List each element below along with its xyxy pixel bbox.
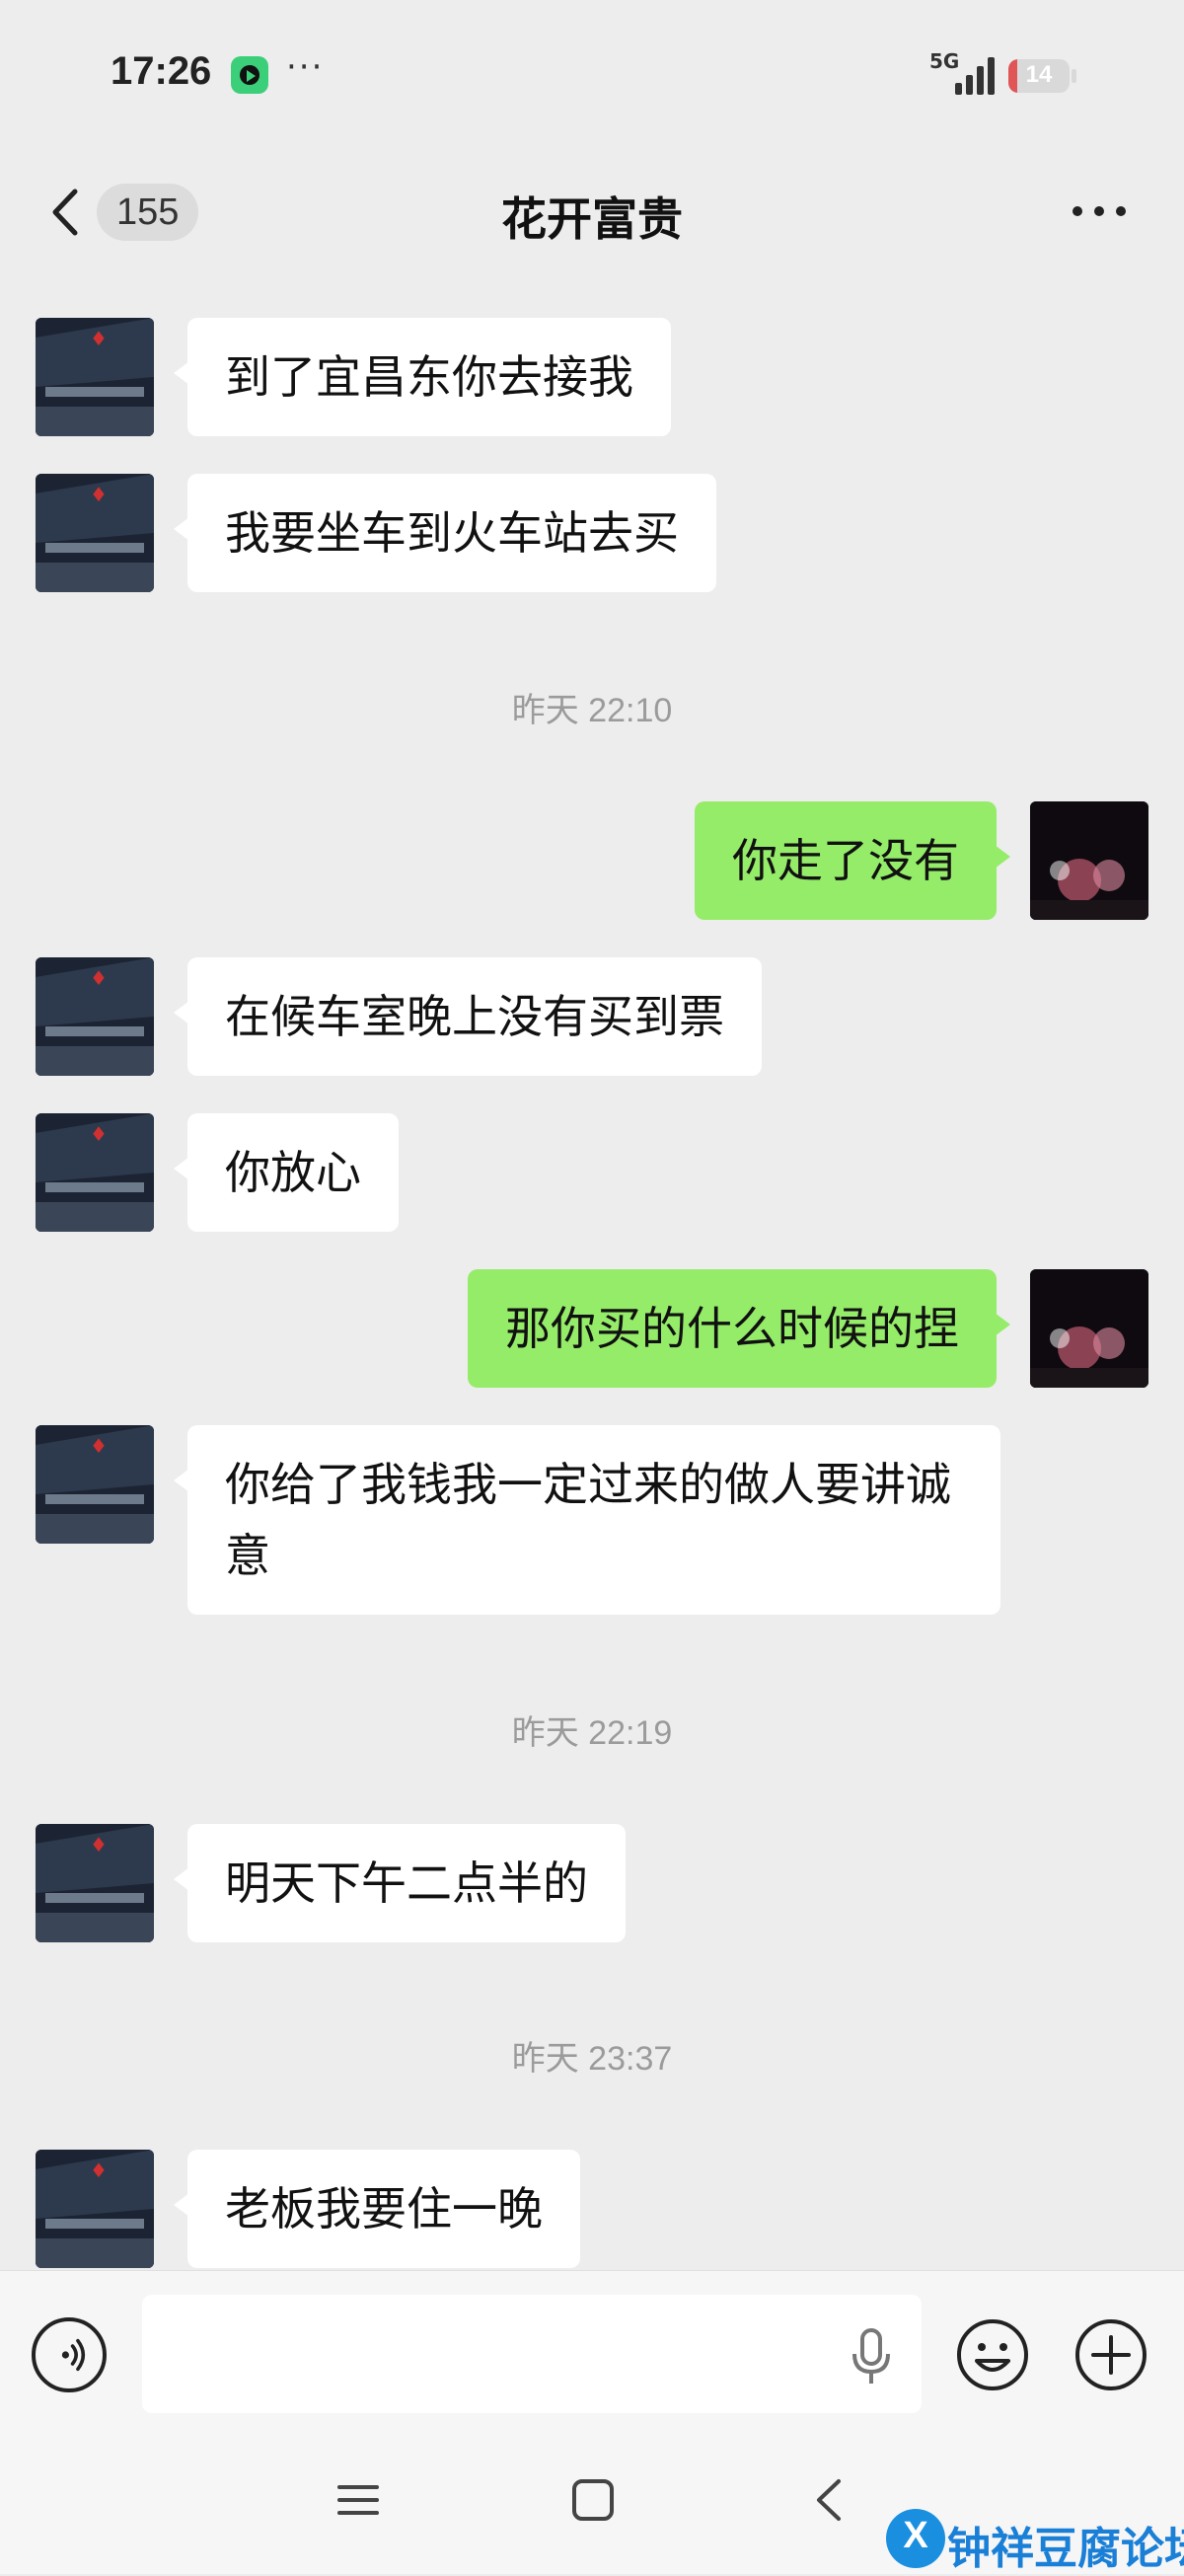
battery-icon: 14	[1008, 59, 1070, 93]
outgoing-message[interactable]: 那你买的什么时候的捏	[468, 1269, 1010, 1388]
battery-tip	[1072, 69, 1076, 83]
chat-title: 花开富贵	[501, 192, 683, 246]
battery-level: 14	[1025, 61, 1053, 88]
status-time: 17:26	[111, 49, 212, 93]
more-notifications-indicator: ···	[286, 47, 325, 87]
contact-avatar[interactable]: ♦	[36, 2150, 154, 2268]
watermark-text: 钟祥豆腐论坛	[947, 2524, 1184, 2574]
svg-text:♦: ♦	[90, 1122, 108, 1146]
timestamp: 昨天 23:37	[511, 2040, 673, 2078]
contact-avatar[interactable]: ♦	[36, 957, 154, 1076]
svg-text:♦: ♦	[90, 327, 108, 350]
incoming-message[interactable]: 你给了我钱我一定过来的做人要讲诚意	[174, 1425, 1000, 1615]
system-nav-bar: 钟祥豆腐论坛	[0, 2438, 1184, 2574]
incoming-message[interactable]: 在候车室晚上没有买到票	[174, 957, 762, 1076]
my-avatar[interactable]	[1030, 1269, 1148, 1388]
contact-avatar[interactable]: ♦	[36, 1425, 154, 1544]
svg-text:♦: ♦	[90, 1434, 108, 1458]
app-notification-icon	[231, 56, 268, 94]
signal-icon	[955, 55, 997, 95]
plus-icon[interactable]	[1073, 2317, 1148, 2392]
incoming-message[interactable]: 明天下午二点半的	[174, 1824, 626, 1942]
svg-text:♦: ♦	[90, 483, 108, 506]
contact-avatar[interactable]: ♦	[36, 318, 154, 436]
nav-menu-icon[interactable]	[335, 2477, 381, 2523]
incoming-message[interactable]: 到了宜昌东你去接我	[174, 318, 671, 436]
svg-text:♦: ♦	[90, 966, 108, 990]
input-bar	[0, 2270, 1184, 2439]
nav-home-icon[interactable]	[570, 2477, 616, 2523]
incoming-message[interactable]: 老板我要住一晚	[174, 2150, 580, 2268]
nav-back-icon[interactable]	[809, 2475, 849, 2525]
contact-avatar[interactable]: ♦	[36, 1113, 154, 1232]
message-input[interactable]	[142, 2295, 922, 2413]
svg-text:♦: ♦	[90, 1833, 108, 1856]
incoming-message[interactable]: 我要坐车到火车站去买	[174, 474, 716, 592]
emoji-icon[interactable]	[955, 2317, 1030, 2392]
contact-avatar[interactable]: ♦	[36, 474, 154, 592]
timestamp: 昨天 22:19	[511, 1714, 673, 1752]
outgoing-message[interactable]: 你走了没有	[695, 801, 1010, 920]
my-avatar[interactable]	[1030, 801, 1148, 920]
timestamp: 昨天 22:10	[511, 692, 673, 729]
voice-icon[interactable]	[32, 2317, 107, 2392]
chat-header: 155 花开富贵	[0, 148, 1184, 276]
watermark-logo-icon	[886, 2509, 945, 2568]
svg-text:♦: ♦	[90, 2159, 108, 2182]
status-bar: 17:26 ··· 5G 14	[0, 0, 1184, 148]
more-menu-icon[interactable]	[1070, 199, 1129, 223]
incoming-message[interactable]: 你放心	[174, 1113, 399, 1232]
contact-avatar[interactable]: ♦	[36, 1824, 154, 1942]
message-list[interactable]: ♦ 到了宜昌东你去接我 ♦ 我要坐车到火车站去买 昨天 22:10 你走了没有 …	[0, 276, 1184, 2270]
mic-icon[interactable]	[847, 2326, 896, 2387]
